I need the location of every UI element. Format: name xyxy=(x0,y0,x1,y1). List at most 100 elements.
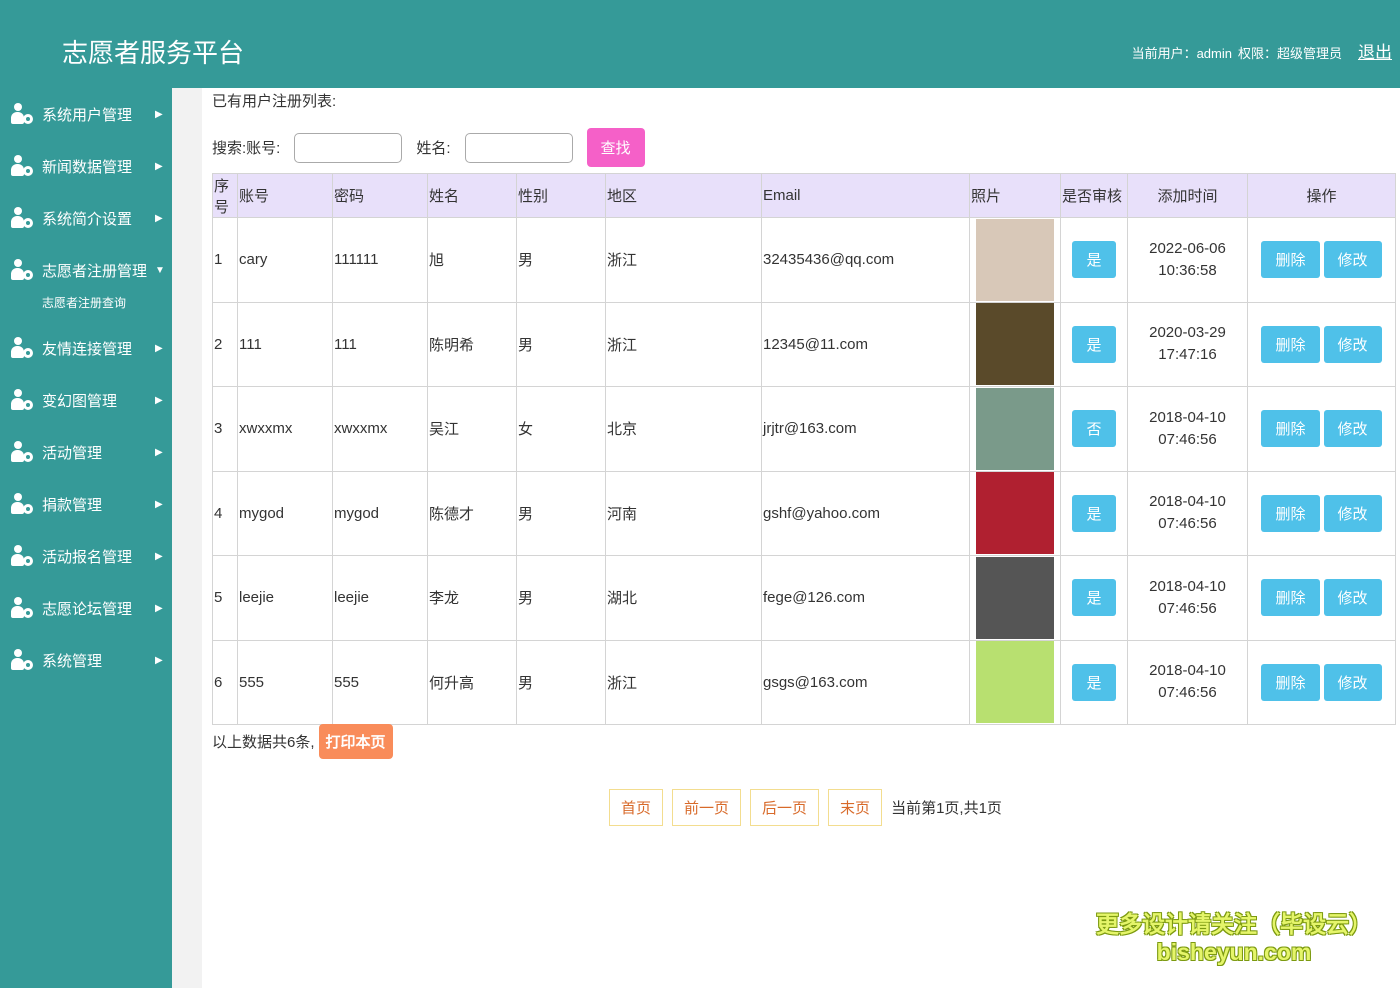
cell-actions: 删除 修改 xyxy=(1247,470,1396,556)
user-gear-icon xyxy=(10,544,34,568)
column-header: 序号 xyxy=(212,173,238,218)
sidebar-item[interactable]: 新闻数据管理 ▶ xyxy=(0,140,172,192)
caret-right-icon: ▶ xyxy=(155,550,163,562)
sidebar-item[interactable]: 捐款管理 ▶ xyxy=(0,478,172,530)
delete-button[interactable]: 删除 xyxy=(1261,410,1320,448)
column-header: 地区 xyxy=(605,173,762,218)
user-photo xyxy=(976,303,1054,386)
sidebar-item-label: 活动报名管理 xyxy=(42,548,133,566)
search-name-input[interactable] xyxy=(464,132,573,163)
caret-right-icon: ▶ xyxy=(155,342,163,354)
delete-button[interactable]: 删除 xyxy=(1261,325,1320,363)
watermark-line2: bisheyun.com xyxy=(1156,939,1312,965)
sidebar-item[interactable]: 志愿者注册管理 ▼ xyxy=(0,244,172,296)
approve-toggle[interactable]: 否 xyxy=(1072,410,1116,448)
user-gear-icon xyxy=(10,440,34,464)
sidebar-gutter xyxy=(172,88,202,988)
cell-region: 河南 xyxy=(605,470,762,556)
edit-button[interactable]: 修改 xyxy=(1323,410,1382,448)
user-gear-icon xyxy=(10,102,34,126)
sidebar-item[interactable]: 变幻图管理 ▶ xyxy=(0,374,172,426)
edit-button[interactable]: 修改 xyxy=(1323,241,1382,279)
cell-no: 3 xyxy=(212,386,238,472)
cell-no: 6 xyxy=(212,639,238,725)
search-name-label: 姓名: xyxy=(416,140,451,157)
added-time: 07:46:56 xyxy=(1158,430,1217,448)
print-button[interactable]: 打印本页 xyxy=(318,724,393,759)
edit-button[interactable]: 修改 xyxy=(1323,494,1382,532)
delete-button[interactable]: 删除 xyxy=(1261,579,1320,617)
next-page-button[interactable]: 后一页 xyxy=(750,789,820,826)
cell-account: 555 xyxy=(237,639,333,725)
approve-toggle[interactable]: 是 xyxy=(1072,325,1116,363)
sidebar-item[interactable]: 系统管理 ▶ xyxy=(0,634,172,686)
edit-button[interactable]: 修改 xyxy=(1323,325,1382,363)
edit-button[interactable]: 修改 xyxy=(1323,663,1382,701)
total-count: 以上数据共6条, xyxy=(212,734,315,751)
delete-button[interactable]: 删除 xyxy=(1261,663,1320,701)
cell-approved: 是 xyxy=(1060,470,1128,556)
cell-approved: 是 xyxy=(1060,301,1128,387)
cell-added-time: 2018-04-10 07:46:56 xyxy=(1127,386,1248,472)
column-header: Email xyxy=(761,173,970,218)
cell-name: 陈德才 xyxy=(427,470,517,556)
cell-name: 李龙 xyxy=(427,555,517,641)
table-row: 1 cary 111111 旭男浙江 32435436@qq.com 是 2022-06-0… xyxy=(212,217,1396,303)
cell-region: 浙江 xyxy=(605,217,762,303)
sidebar-item[interactable]: 系统用户管理 ▶ xyxy=(0,88,172,140)
delete-button[interactable]: 删除 xyxy=(1261,494,1320,532)
cell-gender: 男 xyxy=(516,470,606,556)
approve-toggle[interactable]: 是 xyxy=(1072,494,1116,532)
approve-toggle[interactable]: 是 xyxy=(1072,663,1116,701)
cell-actions: 删除 修改 xyxy=(1247,639,1396,725)
cell-photo xyxy=(969,386,1061,472)
added-date: 2020-03-29 xyxy=(1149,324,1226,342)
cell-email: fege@126.com xyxy=(761,555,970,641)
user-gear-icon xyxy=(10,258,34,282)
search-account-input[interactable] xyxy=(294,132,403,163)
logout-link[interactable]: 退出 xyxy=(1358,38,1392,63)
cell-email: 32435436@qq.com xyxy=(761,217,970,303)
sidebar-item-label: 捐款管理 xyxy=(42,496,103,514)
cell-approved: 是 xyxy=(1060,217,1128,303)
cell-name: 何升高 xyxy=(427,639,517,725)
caret-right-icon: ▶ xyxy=(155,394,163,406)
added-time: 07:46:56 xyxy=(1158,684,1217,702)
cell-no: 4 xyxy=(212,470,238,556)
user-gear-icon xyxy=(10,206,34,230)
sidebar-item[interactable]: 友情连接管理 ▶ xyxy=(0,322,172,374)
prev-page-button[interactable]: 前一页 xyxy=(672,789,742,826)
sidebar-item-label: 系统管理 xyxy=(42,652,103,670)
caret-down-icon: ▼ xyxy=(155,264,165,276)
sidebar-item[interactable]: 活动管理 ▶ xyxy=(0,426,172,478)
cell-password: mygod xyxy=(332,470,428,556)
column-header: 性别 xyxy=(516,173,606,218)
cell-photo xyxy=(969,555,1061,641)
cell-photo xyxy=(969,217,1061,303)
find-button[interactable]: 查找 xyxy=(586,128,645,167)
cell-added-time: 2018-04-10 07:46:56 xyxy=(1127,555,1248,641)
edit-button[interactable]: 修改 xyxy=(1323,579,1382,617)
added-date: 2022-06-06 xyxy=(1149,239,1226,257)
added-date: 2018-04-10 xyxy=(1149,662,1226,680)
cell-password: 111 xyxy=(332,301,428,387)
first-page-button[interactable]: 首页 xyxy=(609,789,664,826)
sidebar-item[interactable]: 志愿论坛管理 ▶ xyxy=(0,582,172,634)
added-date: 2018-04-10 xyxy=(1149,408,1226,426)
user-gear-icon xyxy=(10,648,34,672)
caret-right-icon: ▶ xyxy=(155,212,163,224)
table-row: 2 111 111 陈明希男浙江 12345@11.com 是 2020-03-29 17:4… xyxy=(212,301,1396,387)
sidebar-item[interactable]: 活动报名管理 ▶ xyxy=(0,530,172,582)
cell-no: 2 xyxy=(212,301,238,387)
delete-button[interactable]: 删除 xyxy=(1261,241,1320,279)
approve-toggle[interactable]: 是 xyxy=(1072,579,1116,617)
sidebar-item[interactable]: 系统简介设置 ▶ xyxy=(0,192,172,244)
approve-toggle[interactable]: 是 xyxy=(1072,241,1116,279)
sidebar-item-label: 志愿者注册管理 xyxy=(42,262,148,280)
sidebar-item-label: 系统用户管理 xyxy=(42,106,133,124)
list-title: 已有用户注册列表: xyxy=(212,93,337,110)
cell-actions: 删除 修改 xyxy=(1247,301,1396,387)
last-page-button[interactable]: 末页 xyxy=(828,789,883,826)
search-bar: 搜索:账号: 姓名: 查找 xyxy=(212,128,645,167)
cell-region: 湖北 xyxy=(605,555,762,641)
